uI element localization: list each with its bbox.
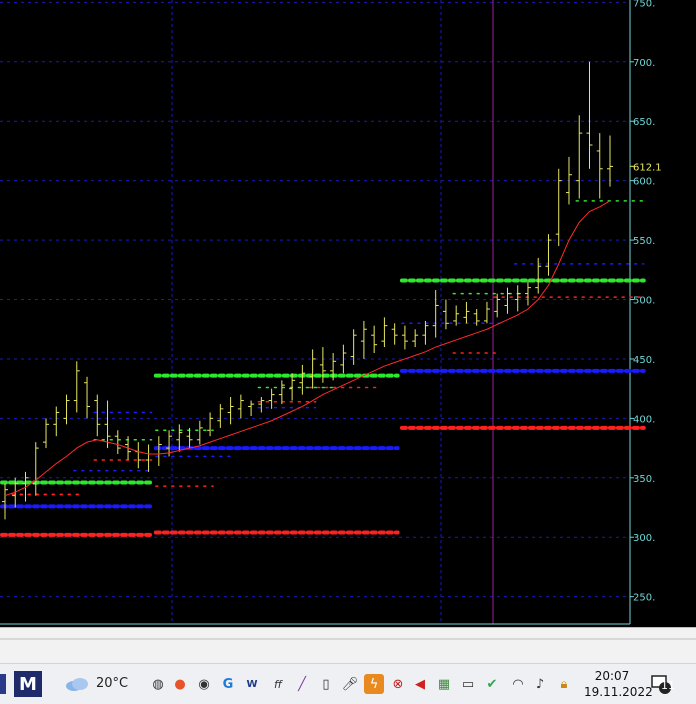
refresh-app-icon[interactable]: G	[218, 674, 238, 694]
wifi-icon[interactable]: ◠	[508, 674, 528, 694]
volume-icon[interactable]: ♪	[530, 674, 550, 694]
weather-temperature: 20°C	[96, 676, 129, 691]
notification-count: 11	[661, 679, 675, 692]
lightning-app-icon[interactable]: ϟ	[364, 674, 384, 694]
malwarebytes-icon[interactable]: M	[14, 671, 42, 697]
clock-date: 19.11.2022	[584, 685, 653, 699]
y-tick-label: 400.	[633, 414, 655, 425]
y-tick-label: 250.	[633, 593, 655, 604]
y-tick-label: 600.	[633, 177, 655, 188]
clock-time: 20:07	[594, 669, 630, 683]
wiz-icon[interactable]: W	[242, 674, 262, 694]
calendar-app-icon[interactable]: ▦	[434, 674, 454, 694]
window-edge-icon[interactable]	[0, 674, 6, 694]
chart-scrollbar[interactable]	[0, 627, 696, 664]
security-shield-icon[interactable]: ✔	[482, 674, 502, 694]
phone-link-icon[interactable]: ╱	[292, 674, 312, 694]
chart-svg: 700. 650. 600. 550. 500. 450. 400. 350. 300. 250.…	[0, 0, 662, 625]
y-tick-label: 300.	[633, 533, 655, 544]
price-chart[interactable]: 700. 650. 600. 550. 500. 450. 400. 350. 300. 250.…	[0, 0, 696, 627]
weather-cloud-icon[interactable]	[64, 674, 90, 694]
y-tick-label: 500.	[633, 296, 655, 307]
y-tick-label: 650.	[633, 117, 655, 128]
moving-average-line	[4, 200, 611, 497]
obs-icon[interactable]: ◉	[194, 674, 214, 694]
y-tick-label-partial: 750.	[633, 0, 655, 9]
lock-icon[interactable]: 🔒︎	[554, 674, 574, 694]
windows-taskbar: M 20°C ◍ ● ◉ G W ff ╱ ▯ 🎤︎ ϟ ⊗ ◀ ▦ ▭ ✔ ◠…	[0, 663, 696, 704]
system-clock[interactable]: 20:07 19.11.2022	[584, 668, 653, 700]
firefox-icon[interactable]: ●	[170, 674, 190, 694]
network-error-icon[interactable]: ⊗	[388, 674, 408, 694]
y-tick-label: 450.	[633, 355, 655, 366]
last-price-label: 612.1	[633, 162, 662, 173]
battery-icon[interactable]: ▭	[458, 674, 478, 694]
microphone-icon[interactable]: 🎤︎	[340, 674, 360, 694]
mobile-icon[interactable]: ▯	[316, 674, 336, 694]
y-tick-label: 350.	[633, 474, 655, 485]
scrollbar-track	[0, 638, 696, 640]
pen-icon[interactable]: ff	[268, 674, 288, 694]
y-tick-label: 550.	[633, 236, 655, 247]
y-tick-label: 700.	[633, 58, 655, 69]
browser-globe-icon[interactable]: ◍	[148, 674, 168, 694]
speaker-red-icon[interactable]: ◀	[410, 674, 430, 694]
